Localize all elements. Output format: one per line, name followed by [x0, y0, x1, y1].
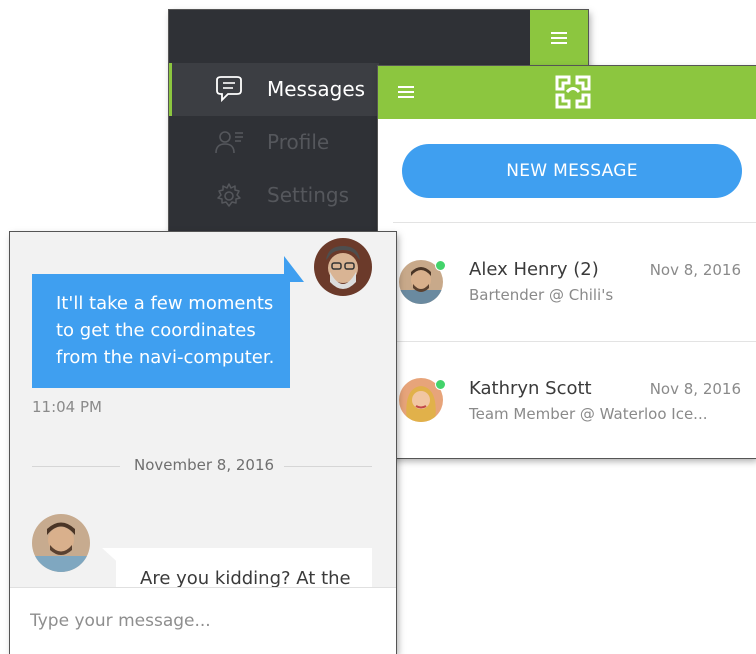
conversation-name: Kathryn Scott	[469, 378, 592, 399]
message-line: It'll take a few moments	[56, 293, 274, 314]
sidebar-item-label: Profile	[267, 130, 330, 154]
conversation-row[interactable]: Alex Henry (2) Nov 8, 2016 Bartender @ C…	[378, 223, 756, 341]
message-line: to get the coordinates	[56, 320, 256, 341]
inbox-header	[378, 66, 756, 119]
sidebar-item-label: Settings	[267, 183, 350, 207]
conversation-subtitle: Team Member @ Waterloo Ice...	[469, 405, 708, 423]
date-divider-label: November 8, 2016	[134, 456, 275, 474]
avatar	[314, 238, 372, 296]
menu-toggle-button[interactable]	[530, 10, 588, 65]
conversation-date: Nov 8, 2016	[649, 380, 741, 398]
message-text: Are you kidding? At the	[140, 568, 351, 589]
inbox-panel: NEW MESSAGE Alex Henry (2) Nov 8, 2016 B…	[378, 66, 756, 458]
conversation-name: Alex Henry (2)	[469, 259, 599, 280]
hamburger-icon	[551, 31, 567, 44]
conversation-subtitle: Bartender @ Chili's	[469, 286, 614, 304]
hamburger-icon[interactable]	[398, 86, 414, 98]
side-menu-list: Messages Profile Settings	[169, 63, 379, 222]
message-line: from the navi-computer.	[56, 347, 275, 368]
sent-message-bubble: It'll take a few moments to get the coor…	[32, 274, 290, 388]
gear-icon	[217, 183, 241, 207]
profile-card-icon	[215, 131, 243, 154]
app-logo-icon	[555, 75, 591, 109]
chat-panel: It'll take a few moments to get the coor…	[10, 232, 396, 654]
avatar	[32, 514, 90, 572]
online-status-dot	[435, 379, 446, 390]
message-timestamp: 11:04 PM	[32, 398, 102, 416]
date-divider: November 8, 2016	[32, 456, 372, 476]
conversation-row[interactable]: Kathryn Scott Nov 8, 2016 Team Member @ …	[378, 342, 756, 460]
divider-line	[284, 466, 372, 467]
online-status-dot	[435, 260, 446, 271]
sidebar-item-label: Messages	[267, 77, 366, 101]
chat-bubble-icon	[216, 76, 242, 103]
conversation-date: Nov 8, 2016	[649, 261, 741, 279]
message-composer	[10, 587, 396, 654]
new-message-button[interactable]: NEW MESSAGE	[402, 144, 742, 198]
sidebar-item-settings[interactable]: Settings	[169, 169, 379, 222]
message-input[interactable]	[10, 588, 396, 654]
sidebar-item-profile[interactable]: Profile	[169, 116, 379, 169]
divider-line	[32, 466, 120, 467]
sidebar-item-messages[interactable]: Messages	[169, 63, 379, 116]
